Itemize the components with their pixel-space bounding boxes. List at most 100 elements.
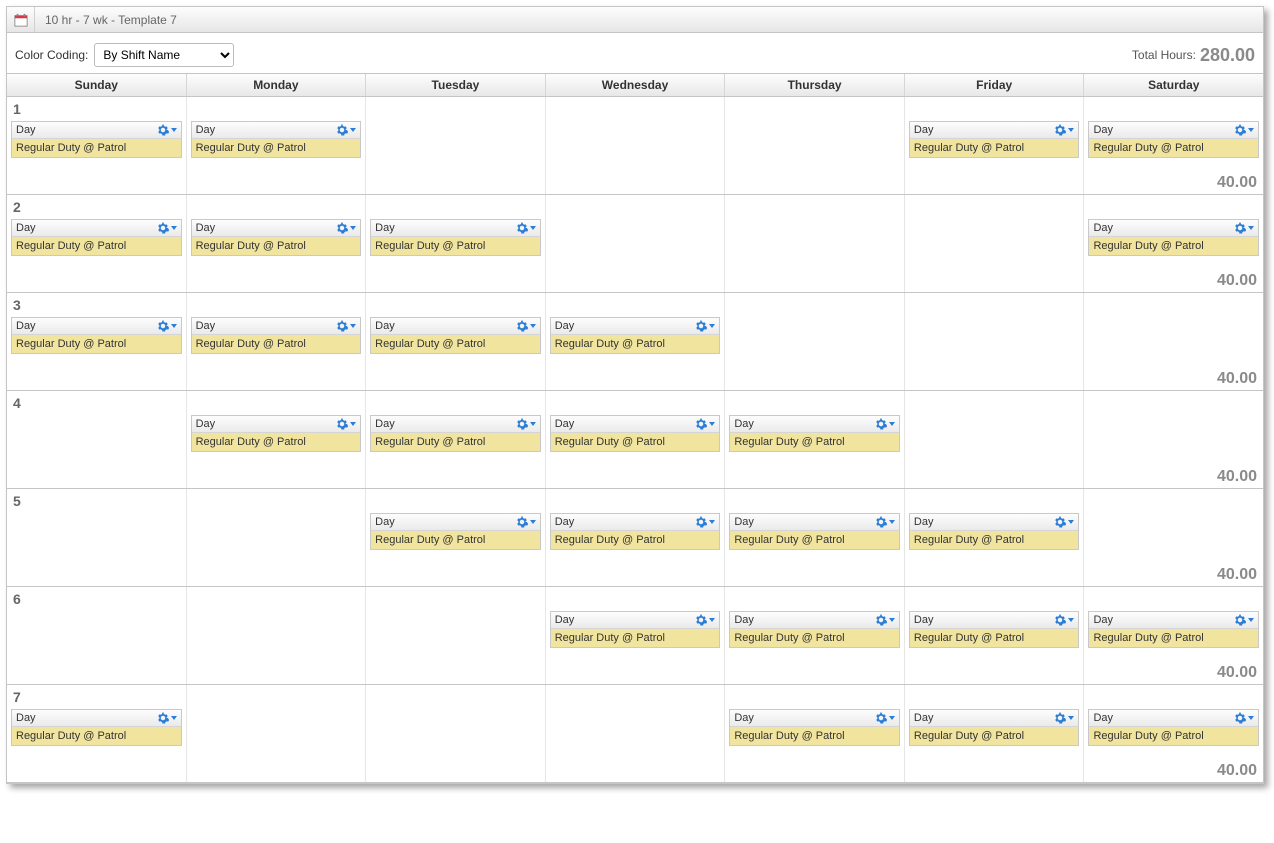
- shift-block[interactable]: Day Regular Duty @ Patrol: [1088, 219, 1259, 256]
- gear-icon[interactable]: [875, 418, 895, 430]
- shift-block[interactable]: Day Regular Duty @ Patrol: [191, 121, 362, 158]
- day-cell[interactable]: Day Regular Duty @ Patrol: [186, 97, 366, 194]
- gear-icon[interactable]: [1054, 712, 1074, 724]
- gear-icon[interactable]: [336, 222, 356, 234]
- day-cell[interactable]: Day Regular Duty @ Patrol: [365, 293, 545, 390]
- gear-icon[interactable]: [516, 516, 536, 528]
- day-cell[interactable]: [186, 587, 366, 684]
- gear-icon[interactable]: [157, 320, 177, 332]
- day-cell[interactable]: [545, 97, 725, 194]
- shift-block[interactable]: Day Regular Duty @ Patrol: [550, 513, 721, 550]
- shift-block[interactable]: Day Regular Duty @ Patrol: [729, 611, 900, 648]
- day-cell[interactable]: 4: [7, 391, 186, 488]
- gear-icon[interactable]: [157, 712, 177, 724]
- shift-block[interactable]: Day Regular Duty @ Patrol: [729, 709, 900, 746]
- shift-block[interactable]: Day Regular Duty @ Patrol: [550, 317, 721, 354]
- day-cell[interactable]: [904, 391, 1084, 488]
- shift-block[interactable]: Day Regular Duty @ Patrol: [370, 317, 541, 354]
- day-cell[interactable]: Day Regular Duty @ Patrol: [186, 293, 366, 390]
- shift-block[interactable]: Day Regular Duty @ Patrol: [370, 415, 541, 452]
- shift-block[interactable]: Day Regular Duty @ Patrol: [11, 317, 182, 354]
- day-cell[interactable]: [724, 293, 904, 390]
- gear-icon[interactable]: [695, 614, 715, 626]
- day-cell[interactable]: 40.00: [1083, 391, 1263, 488]
- gear-icon[interactable]: [695, 418, 715, 430]
- shift-block[interactable]: Day Regular Duty @ Patrol: [370, 219, 541, 256]
- shift-block[interactable]: Day Regular Duty @ Patrol: [550, 415, 721, 452]
- day-cell[interactable]: [904, 195, 1084, 292]
- day-cell[interactable]: 6: [7, 587, 186, 684]
- gear-icon[interactable]: [875, 516, 895, 528]
- day-cell[interactable]: 3 Day Regular Duty @ Patrol: [7, 293, 186, 390]
- gear-icon[interactable]: [336, 418, 356, 430]
- day-cell[interactable]: Day Regular Duty @ Patrol: [365, 391, 545, 488]
- shift-block[interactable]: Day Regular Duty @ Patrol: [909, 513, 1080, 550]
- day-cell[interactable]: Day Regular Duty @ Patrol: [724, 489, 904, 586]
- day-cell[interactable]: 2 Day Regular Duty @ Patrol: [7, 195, 186, 292]
- day-cell[interactable]: Day Regular Duty @ Patrol: [724, 587, 904, 684]
- gear-icon[interactable]: [1054, 614, 1074, 626]
- day-cell[interactable]: [904, 293, 1084, 390]
- gear-icon[interactable]: [336, 320, 356, 332]
- shift-block[interactable]: Day Regular Duty @ Patrol: [11, 219, 182, 256]
- day-cell[interactable]: Day Regular Duty @ Patrol: [545, 391, 725, 488]
- shift-block[interactable]: Day Regular Duty @ Patrol: [370, 513, 541, 550]
- shift-block[interactable]: Day Regular Duty @ Patrol: [191, 415, 362, 452]
- day-cell[interactable]: Day Regular Duty @ Patrol: [545, 489, 725, 586]
- day-cell[interactable]: Day Regular Duty @ Patrol: [545, 293, 725, 390]
- day-cell[interactable]: 7 Day Regular Duty @ Patrol: [7, 685, 186, 782]
- day-cell[interactable]: Day Regular Duty @ Patrol: [365, 195, 545, 292]
- day-cell[interactable]: 1 Day Regular Duty @ Patrol: [7, 97, 186, 194]
- shift-block[interactable]: Day Regular Duty @ Patrol: [909, 121, 1080, 158]
- day-cell[interactable]: [365, 587, 545, 684]
- day-cell[interactable]: [186, 685, 366, 782]
- day-cell[interactable]: Day Regular Duty @ Patrol: [365, 489, 545, 586]
- shift-block[interactable]: Day Regular Duty @ Patrol: [909, 709, 1080, 746]
- gear-icon[interactable]: [695, 320, 715, 332]
- day-cell[interactable]: Day Regular Duty @ Patrol: [904, 97, 1084, 194]
- gear-icon[interactable]: [336, 124, 356, 136]
- day-cell[interactable]: [545, 195, 725, 292]
- day-cell[interactable]: [545, 685, 725, 782]
- shift-block[interactable]: Day Regular Duty @ Patrol: [1088, 709, 1259, 746]
- day-cell[interactable]: Day Regular Duty @ Patrol 40.00: [1083, 685, 1263, 782]
- gear-icon[interactable]: [516, 320, 536, 332]
- gear-icon[interactable]: [1234, 614, 1254, 626]
- gear-icon[interactable]: [1234, 124, 1254, 136]
- gear-icon[interactable]: [695, 516, 715, 528]
- shift-block[interactable]: Day Regular Duty @ Patrol: [191, 219, 362, 256]
- day-cell[interactable]: Day Regular Duty @ Patrol: [545, 587, 725, 684]
- day-cell[interactable]: Day Regular Duty @ Patrol: [904, 587, 1084, 684]
- gear-icon[interactable]: [157, 124, 177, 136]
- day-cell[interactable]: [724, 195, 904, 292]
- day-cell[interactable]: Day Regular Duty @ Patrol: [186, 391, 366, 488]
- gear-icon[interactable]: [157, 222, 177, 234]
- gear-icon[interactable]: [875, 614, 895, 626]
- day-cell[interactable]: Day Regular Duty @ Patrol 40.00: [1083, 195, 1263, 292]
- shift-block[interactable]: Day Regular Duty @ Patrol: [1088, 611, 1259, 648]
- day-cell[interactable]: Day Regular Duty @ Patrol: [904, 685, 1084, 782]
- gear-icon[interactable]: [516, 222, 536, 234]
- shift-block[interactable]: Day Regular Duty @ Patrol: [729, 415, 900, 452]
- color-coding-select[interactable]: By Shift Name: [94, 43, 234, 67]
- shift-block[interactable]: Day Regular Duty @ Patrol: [11, 121, 182, 158]
- shift-block[interactable]: Day Regular Duty @ Patrol: [550, 611, 721, 648]
- day-cell[interactable]: 5: [7, 489, 186, 586]
- day-cell[interactable]: Day Regular Duty @ Patrol: [724, 685, 904, 782]
- day-cell[interactable]: Day Regular Duty @ Patrol 40.00: [1083, 587, 1263, 684]
- day-cell[interactable]: Day Regular Duty @ Patrol 40.00: [1083, 97, 1263, 194]
- gear-icon[interactable]: [1234, 712, 1254, 724]
- day-cell[interactable]: Day Regular Duty @ Patrol: [724, 391, 904, 488]
- day-cell[interactable]: [365, 97, 545, 194]
- day-cell[interactable]: Day Regular Duty @ Patrol: [186, 195, 366, 292]
- day-cell[interactable]: 40.00: [1083, 489, 1263, 586]
- gear-icon[interactable]: [1054, 516, 1074, 528]
- day-cell[interactable]: [365, 685, 545, 782]
- day-cell[interactable]: Day Regular Duty @ Patrol: [904, 489, 1084, 586]
- shift-block[interactable]: Day Regular Duty @ Patrol: [1088, 121, 1259, 158]
- shift-block[interactable]: Day Regular Duty @ Patrol: [191, 317, 362, 354]
- shift-block[interactable]: Day Regular Duty @ Patrol: [11, 709, 182, 746]
- gear-icon[interactable]: [1234, 222, 1254, 234]
- day-cell[interactable]: 40.00: [1083, 293, 1263, 390]
- shift-block[interactable]: Day Regular Duty @ Patrol: [909, 611, 1080, 648]
